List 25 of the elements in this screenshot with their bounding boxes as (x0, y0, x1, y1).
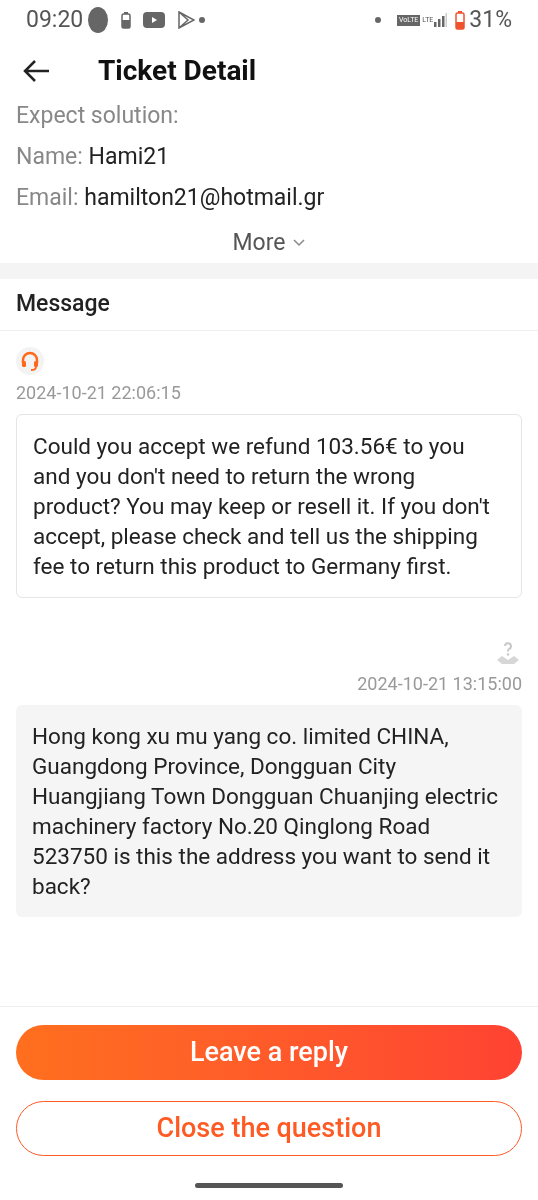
message-bubble: Could you accept we refund 103.56€ to you and you don't need to return the wrong product? You may keep or resell it. If you don't accept, please check and tell us the shipping fee to return this product to Germany first. (16, 414, 522, 598)
close-question-button[interactable]: Close the question (16, 1101, 522, 1156)
headset-icon (16, 347, 44, 375)
dot-icon (199, 17, 206, 23)
status-dot-icon (87, 6, 110, 34)
battery-icon (455, 10, 466, 30)
chevron-down-icon (293, 239, 306, 247)
leave-reply-button[interactable]: Leave a reply (16, 1025, 522, 1080)
detail-row-text: Email: hamilton21@hotmail.gr (16, 184, 326, 211)
detail-row-text: Name: Hami21 (16, 143, 171, 170)
detail-row-text: Expect solution: (16, 102, 180, 129)
back-arrow-icon (22, 59, 50, 83)
battery-percent: 31% (469, 4, 512, 35)
message-bubble: Hong kong xu mu yang co. limited CHINA, Guangdong Province, Dongguan City Huangjiang Town Dongguan Chuanjing electric machinery factory No.20 Qinglong Road 523750 is this the address you want to send it back? (16, 705, 522, 917)
message-time: 2024-10-21 13:15:00 (357, 672, 522, 696)
signal-icon (433, 13, 448, 27)
more-button[interactable]: More (232, 225, 306, 261)
section-title: Message (16, 289, 110, 320)
battery-small-icon (121, 11, 132, 29)
dot-icon (375, 17, 381, 23)
message-time: 2024-10-21 22:06:15 (16, 381, 181, 405)
video-play-icon (143, 12, 166, 28)
status-time: 09:20 (26, 4, 84, 35)
page-title: Ticket Detail (98, 53, 257, 89)
play-store-icon (177, 11, 196, 29)
